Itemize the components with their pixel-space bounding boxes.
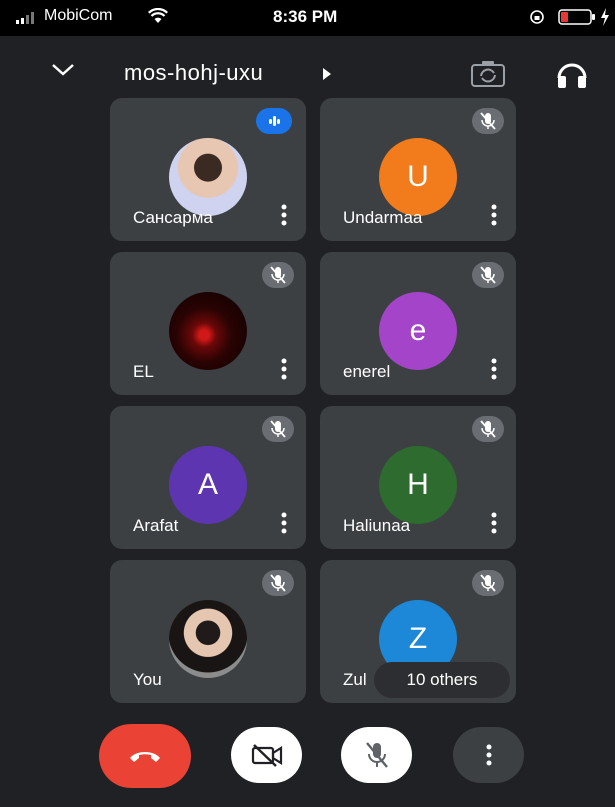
more-vertical-icon[interactable] xyxy=(279,203,289,227)
participant-tile[interactable]: H Haliunaa xyxy=(320,406,516,549)
participant-name: You xyxy=(133,670,162,689)
others-button[interactable]: 10 others xyxy=(374,662,510,698)
participant-avatar: A xyxy=(169,446,247,524)
participant-photo xyxy=(169,292,247,370)
participant-name: Undarmaa xyxy=(343,208,423,227)
participant-name: Arafat xyxy=(133,516,179,535)
chevron-down-icon[interactable] xyxy=(50,62,76,78)
audio-level-icon xyxy=(269,116,280,126)
participant-tile[interactable]: e enerel xyxy=(320,252,516,395)
wifi-icon xyxy=(148,8,168,23)
camera-toggle-button[interactable] xyxy=(231,727,302,783)
participant-tile[interactable]: EL xyxy=(110,252,306,395)
participant-tile[interactable]: U Undarmaa xyxy=(320,98,516,241)
battery-icon xyxy=(558,9,595,25)
more-vertical-icon[interactable] xyxy=(279,511,289,535)
switch-camera-icon[interactable] xyxy=(470,60,506,88)
more-vertical-icon[interactable] xyxy=(489,357,499,381)
more-vertical-icon[interactable] xyxy=(279,357,289,381)
participant-name: Haliunaa xyxy=(343,516,411,535)
mic-off-icon xyxy=(262,570,294,596)
participant-name: Zul xyxy=(343,670,367,689)
signal-icon xyxy=(16,12,34,24)
speaking-indicator xyxy=(256,108,292,134)
participant-name: EL xyxy=(133,362,154,381)
charging-icon xyxy=(601,8,609,26)
mic-off-icon xyxy=(472,416,504,442)
mic-off-icon xyxy=(472,570,504,596)
participant-tile[interactable]: Сансарма xyxy=(110,98,306,241)
mic-off-icon xyxy=(262,416,294,442)
status-time: 8:36 PM xyxy=(273,7,338,26)
participant-tile[interactable]: A Arafat xyxy=(110,406,306,549)
caret-right-icon[interactable] xyxy=(322,68,332,80)
call-header: mos-hohj-uxu xyxy=(0,40,615,96)
participant-avatar: H xyxy=(379,446,457,524)
participant-photo xyxy=(169,138,247,216)
mic-toggle-button[interactable] xyxy=(341,727,412,783)
participant-name: enerel xyxy=(343,362,391,381)
rotation-lock-icon xyxy=(530,10,544,24)
mic-off-icon xyxy=(472,108,504,134)
more-vertical-icon[interactable] xyxy=(489,511,499,535)
mic-off-icon xyxy=(365,742,388,768)
camera-off-icon xyxy=(251,744,282,767)
end-call-button[interactable] xyxy=(99,724,191,788)
more-vertical-icon[interactable] xyxy=(489,203,499,227)
participant-tile[interactable]: You xyxy=(110,560,306,703)
meeting-code[interactable]: mos-hohj-uxu xyxy=(124,60,263,86)
participant-avatar: U xyxy=(379,138,457,216)
status-bar: MobiCom 8:36 PM xyxy=(0,0,615,36)
more-options-button[interactable] xyxy=(453,727,524,783)
headphones-icon[interactable] xyxy=(555,58,589,90)
mic-off-icon xyxy=(262,262,294,288)
more-vertical-icon xyxy=(486,744,491,766)
carrier-name: MobiCom xyxy=(44,7,113,24)
participant-photo xyxy=(169,600,247,678)
mic-off-icon xyxy=(472,262,504,288)
participant-avatar: e xyxy=(379,292,457,370)
phone-hangup-icon xyxy=(130,752,160,762)
participant-name: Сансарма xyxy=(133,208,213,227)
